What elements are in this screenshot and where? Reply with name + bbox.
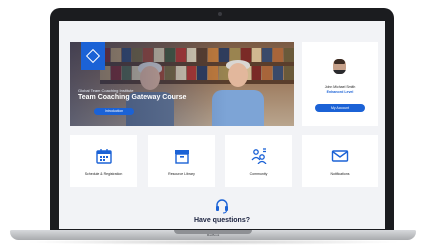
- hero-banner: Global Team Coaching Institute Team Coac…: [70, 42, 294, 126]
- introduction-button[interactable]: Introduction: [94, 108, 134, 115]
- have-questions-text: Have questions?: [193, 217, 250, 224]
- headset-icon: [216, 199, 228, 214]
- avatar: [333, 59, 346, 74]
- tile-resource-library[interactable]: Resource Library: [148, 135, 215, 187]
- laptop-base: MacBook: [10, 230, 416, 240]
- tile-label: Resource Library: [168, 172, 195, 176]
- calendar-icon: [95, 149, 112, 164]
- tile-community[interactable]: Community: [225, 135, 292, 187]
- my-account-button[interactable]: My Account: [315, 104, 365, 112]
- tile-label: Notifications: [330, 172, 350, 176]
- profile-role[interactable]: Enhanced Level: [302, 90, 378, 94]
- camera-dot: [218, 12, 222, 16]
- people-icon: [250, 148, 267, 164]
- profile-name: John Michael Smith: [324, 85, 356, 89]
- envelope-icon: [331, 150, 349, 162]
- profile-card: John Michael Smith Enhanced Level My Acc…: [302, 42, 378, 126]
- tile-notifications[interactable]: Notifications: [302, 135, 378, 187]
- laptop-lid: Global Team Coaching Institute Team Coac…: [50, 8, 394, 233]
- hero-logo: [81, 42, 105, 70]
- app-screen: Global Team Coaching Institute Team Coac…: [59, 21, 385, 229]
- hero-subtitle: Global Team Coaching Institute: [78, 88, 134, 93]
- archive-box-icon: [174, 150, 189, 164]
- tile-label: Schedule & Registration: [84, 172, 123, 176]
- tile-schedule-registration[interactable]: Schedule & Registration: [70, 135, 137, 187]
- tile-label: Community: [249, 172, 268, 176]
- laptop-brand: MacBook: [206, 233, 220, 237]
- hero-title: Team Coaching Gateway Course: [78, 94, 187, 101]
